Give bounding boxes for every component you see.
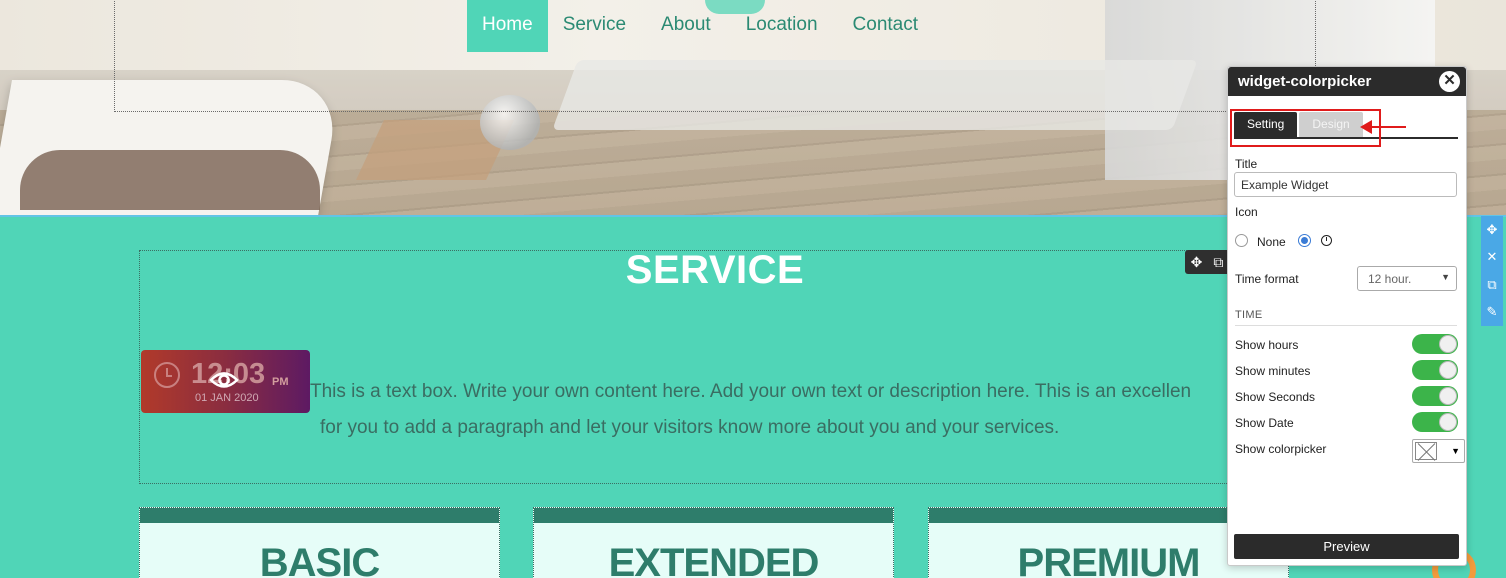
colorpicker-label: Show colorpicker [1235,442,1327,456]
copy-icon[interactable]: ⧉ [1487,277,1496,293]
colorpicker-dropdown[interactable]: ▼ [1412,439,1465,463]
toggle-label-hours: Show hours [1235,338,1299,352]
close-button[interactable]: ✕ [1439,71,1460,92]
nav-service[interactable]: Service [563,0,626,52]
time-section-heading: TIME [1235,309,1457,326]
icon-clock-radio[interactable] [1298,234,1311,247]
clock-widget[interactable]: 12:03 PM 01 JAN 2020 [141,350,310,413]
section-toolbar: ✥ ✕ ⧉ ✎ [1481,216,1503,326]
title-label: Title [1235,157,1258,171]
clock-ampm: PM [272,376,289,388]
close-icon[interactable]: ✕ [1487,249,1498,265]
copy-icon[interactable]: ⧉ [1213,254,1223,271]
clock-icon [154,362,180,388]
preview-button[interactable]: Preview [1234,534,1459,559]
chevron-down-icon: ▼ [1441,272,1450,282]
icon-none-radio[interactable] [1235,234,1248,247]
toggle-label-seconds: Show Seconds [1235,390,1316,404]
card-extended[interactable]: EXTENDED [533,507,894,578]
time-format-label: Time format [1235,272,1299,286]
icon-label: Icon [1235,205,1258,219]
toggle-label-minutes: Show minutes [1235,364,1311,378]
nav-about[interactable]: About [661,0,711,52]
move-icon[interactable]: ✥ [1191,254,1203,271]
nav-home[interactable]: Home [467,0,548,52]
tabs-highlight-box [1230,109,1381,147]
move-icon[interactable]: ✥ [1487,222,1498,238]
card-basic[interactable]: BASIC [139,507,500,578]
show-date-toggle[interactable] [1412,412,1458,432]
panel-title: widget-colorpicker [1238,73,1372,90]
service-text-line2: for you to add a paragraph and let your … [320,417,1060,438]
time-format-select[interactable]: 12 hour. ▼ [1357,266,1457,291]
clock-date: 01 JAN 2020 [195,392,259,404]
title-input[interactable]: Example Widget [1234,172,1457,197]
card-extended-title: EXTENDED [608,541,820,578]
nav-contact[interactable]: Contact [853,0,918,52]
time-format-value: 12 hour. [1368,272,1412,286]
toggle-label-date: Show Date [1235,416,1294,430]
element-toolbar: ✥ ⧉ [1185,250,1229,274]
card-basic-title: BASIC [259,541,380,578]
show-minutes-toggle[interactable] [1412,360,1458,380]
show-seconds-toggle[interactable] [1412,386,1458,406]
annotation-arrow [1360,120,1406,134]
clock-icon [1321,235,1332,246]
show-hours-toggle[interactable] [1412,334,1458,354]
color-swatch [1415,442,1437,460]
chevron-down-icon: ▼ [1451,446,1460,456]
nav-location[interactable]: Location [746,0,818,52]
main-nav: Home Service About Location Contact [467,0,953,52]
icon-none-label: None [1257,235,1286,249]
edit-icon[interactable]: ✎ [1487,304,1498,320]
eye-icon[interactable] [209,369,239,391]
